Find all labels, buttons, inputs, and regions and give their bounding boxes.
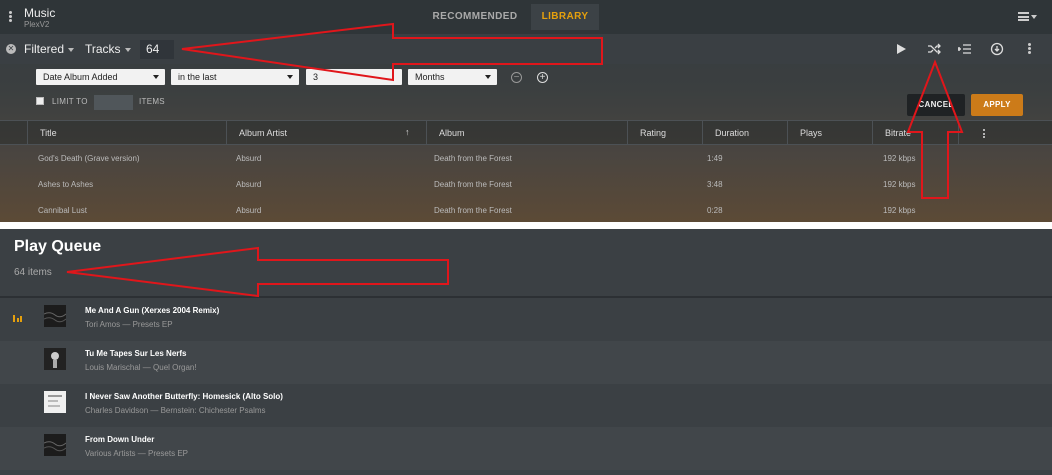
cell-album: Death from the Forest: [434, 180, 512, 189]
filter-operator-select[interactable]: in the last: [171, 69, 299, 85]
add-to-queue-icon[interactable]: [957, 41, 973, 57]
queue-item-subtitle: Tori Amos — Presets EP: [85, 320, 173, 329]
filter-unit-select[interactable]: Months: [408, 69, 497, 85]
column-album-artist[interactable]: Album Artist: [226, 121, 425, 145]
table-row[interactable]: God's Death (Grave version) Absurd Death…: [0, 146, 1052, 172]
track-count: 64: [140, 40, 174, 59]
tab-library[interactable]: LIBRARY: [531, 4, 599, 30]
column-title[interactable]: Title: [27, 121, 225, 145]
chevron-down-icon: [153, 75, 159, 79]
play-queue-count: 64 items: [14, 267, 52, 278]
apply-button[interactable]: APPLY: [971, 94, 1023, 116]
queue-item[interactable]: I Never Saw Another Butterfly: Homesick …: [0, 384, 1052, 427]
table-row[interactable]: Ashes to Ashes Absurd Death from the For…: [0, 172, 1052, 198]
column-album[interactable]: Album: [426, 121, 626, 145]
top-bar: Music PlexV2 RECOMMENDED LIBRARY: [0, 0, 1052, 34]
chevron-down-icon: [1031, 15, 1037, 19]
column-rating[interactable]: Rating: [627, 121, 701, 145]
column-plays[interactable]: Plays: [787, 121, 871, 145]
tab-recommended[interactable]: RECOMMENDED: [424, 4, 526, 30]
server-name: PlexV2: [24, 20, 50, 29]
queue-item-subtitle: Various Artists — Presets EP: [85, 449, 188, 458]
add-condition-icon[interactable]: +: [537, 72, 548, 83]
cell-album: Death from the Forest: [434, 206, 512, 215]
chevron-down-icon: [485, 75, 491, 79]
queue-item-subtitle: Charles Davidson — Bernstein: Chichester…: [85, 406, 266, 415]
table-header: Title Album Artist ↑ Album Rating Durati…: [0, 120, 1052, 145]
shuffle-icon[interactable]: [926, 41, 942, 57]
chevron-down-icon: [68, 47, 75, 52]
album-art-thumbnail: [44, 391, 66, 413]
filtered-label: Filtered: [24, 42, 65, 56]
filter-condition-row: Date Album Added in the last 3 Months − …: [0, 64, 1052, 120]
library-panel: Music PlexV2 RECOMMENDED LIBRARY ✕ Filte…: [0, 0, 1052, 222]
album-art-thumbnail: [44, 434, 66, 456]
filter-value-input[interactable]: 3: [306, 69, 402, 85]
column-duration[interactable]: Duration: [702, 121, 786, 145]
cell-bitrate: 192 kbps: [883, 206, 916, 215]
app-title: Music: [24, 6, 56, 20]
sort-ascending-icon[interactable]: ↑: [405, 127, 410, 137]
cell-title: Cannibal Lust: [38, 206, 87, 215]
more-options-icon[interactable]: [1028, 43, 1031, 54]
filter-field-value: Date Album Added: [43, 72, 118, 82]
download-icon[interactable]: [989, 41, 1005, 57]
cell-bitrate: 192 kbps: [883, 154, 916, 163]
queue-item-subtitle: Louis Marischal — Quel Organ!: [85, 363, 197, 372]
filter-unit-value: Months: [415, 72, 445, 82]
cell-title: Ashes to Ashes: [38, 180, 94, 189]
table-row[interactable]: Cannibal Lust Absurd Death from the Fore…: [0, 198, 1052, 222]
cell-artist: Absurd: [236, 154, 262, 163]
app-menu-icon[interactable]: [9, 11, 12, 22]
column-options[interactable]: [958, 121, 1052, 145]
queue-item-title: I Never Saw Another Butterfly: Homesick …: [85, 392, 283, 401]
cell-duration: 0:28: [707, 206, 723, 215]
column-bitrate[interactable]: Bitrate: [872, 121, 957, 145]
queue-item[interactable]: Tu Me Tapes Sur Les Nerfs Louis Marischa…: [0, 341, 1052, 384]
album-art-thumbnail: [44, 305, 66, 327]
queue-item-title: Tu Me Tapes Sur Les Nerfs: [85, 349, 187, 358]
play-icon[interactable]: [893, 41, 909, 57]
cell-artist: Absurd: [236, 206, 262, 215]
cancel-button[interactable]: CANCEL: [907, 94, 965, 116]
cell-bitrate: 192 kbps: [883, 180, 916, 189]
play-queue-title: Play Queue: [14, 238, 102, 255]
tracks-label: Tracks: [85, 42, 121, 56]
queue-item-title: From Down Under: [85, 435, 155, 444]
items-label: ITEMS: [139, 97, 165, 106]
chevron-down-icon: [287, 75, 293, 79]
queue-item-title: Me And A Gun (Xerxes 2004 Remix): [85, 306, 220, 315]
view-menu-icon[interactable]: [1018, 12, 1029, 21]
album-art-thumbnail: [44, 348, 66, 370]
tracks-dropdown[interactable]: Tracks: [85, 42, 131, 56]
remove-condition-icon[interactable]: −: [511, 72, 522, 83]
filter-field-select[interactable]: Date Album Added: [36, 69, 165, 85]
limit-checkbox[interactable]: [36, 97, 44, 105]
cell-duration: 1:49: [707, 154, 723, 163]
filtered-dropdown[interactable]: Filtered: [24, 42, 75, 56]
queue-item[interactable]: Me And A Gun (Xerxes 2004 Remix) Tori Am…: [0, 298, 1052, 341]
filter-operator-value: in the last: [178, 72, 217, 82]
cell-album: Death from the Forest: [434, 154, 512, 163]
cell-title: God's Death (Grave version): [38, 154, 140, 163]
filter-bar: ✕ Filtered Tracks 64: [0, 34, 1052, 64]
clear-filter-icon[interactable]: ✕: [6, 44, 16, 54]
chevron-down-icon: [124, 47, 131, 52]
queue-item[interactable]: From Down Under Various Artists — Preset…: [0, 427, 1052, 470]
cell-artist: Absurd: [236, 180, 262, 189]
now-playing-icon: [13, 315, 22, 322]
play-queue-panel: Play Queue 64 items Me And A Gun (Xerxes…: [0, 229, 1052, 475]
column-options-icon[interactable]: [983, 129, 985, 138]
cell-duration: 3:48: [707, 180, 723, 189]
limit-label: LIMIT TO: [52, 97, 88, 106]
limit-input[interactable]: [94, 95, 133, 110]
